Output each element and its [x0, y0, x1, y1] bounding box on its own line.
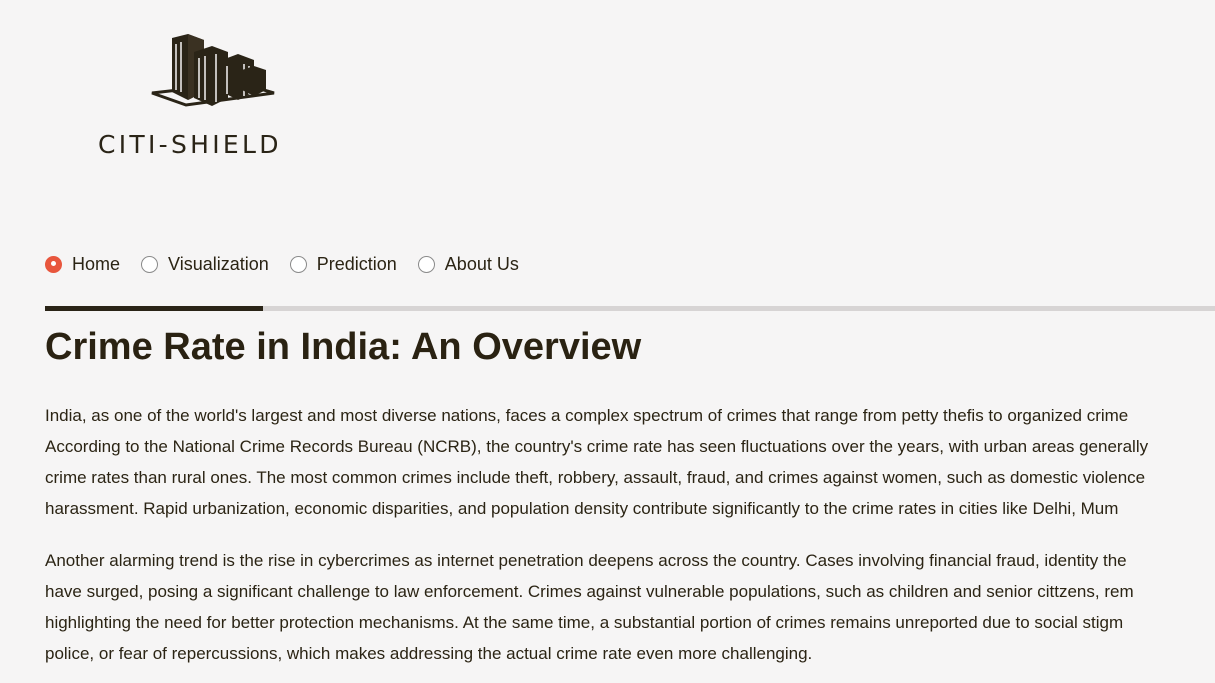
radio-unchecked-icon[interactable] — [289, 255, 307, 273]
nav-label-home: Home — [72, 253, 121, 274]
radio-unchecked-icon[interactable] — [417, 255, 435, 273]
paragraph-line: harassment. Rapid urbanization, economic… — [45, 499, 1119, 518]
nav-item-visualization[interactable]: Visualization — [141, 254, 269, 275]
nav-item-prediction[interactable]: Prediction — [289, 253, 397, 275]
nav-item-about-us[interactable]: About Us — [417, 253, 519, 275]
paragraph-line: police, or fear of repercussions, which … — [45, 644, 813, 663]
nav-label-prediction: Prediction — [316, 253, 397, 274]
radio-checked-icon[interactable] — [45, 255, 62, 273]
nav-label-visualization: Visualization — [168, 253, 269, 274]
brand-logo: CITI-SHIELD — [96, 30, 336, 165]
page-title: Crime Rate in India: An Overview — [45, 326, 642, 368]
active-tab-indicator — [45, 306, 263, 311]
paragraph-line: India, as one of the world's largest and… — [45, 406, 1129, 425]
paragraph-line: According to the National Crime Records … — [45, 437, 1149, 456]
page-nav: Home Visualization Prediction About Us — [45, 252, 540, 276]
radio-unchecked-icon[interactable] — [141, 255, 159, 273]
paragraph-line: Another alarming trend is the rise in cy… — [45, 551, 1127, 570]
paragraph-line: crime rates than rural ones. The most co… — [45, 468, 1146, 487]
nav-label-about-us: About Us — [444, 253, 519, 274]
nav-item-home[interactable]: Home — [45, 254, 120, 275]
cybercrime-paragraph: Another alarming trend is the rise in cy… — [45, 545, 1215, 669]
paragraph-line: have surged, posing a significant challe… — [45, 582, 1134, 601]
intro-paragraph: India, as one of the world's largest and… — [45, 400, 1215, 524]
city-buildings-icon — [151, 34, 275, 107]
brand-name: CITI-SHIELD — [98, 130, 282, 159]
paragraph-line: highlighting the need for better protect… — [45, 613, 1124, 632]
